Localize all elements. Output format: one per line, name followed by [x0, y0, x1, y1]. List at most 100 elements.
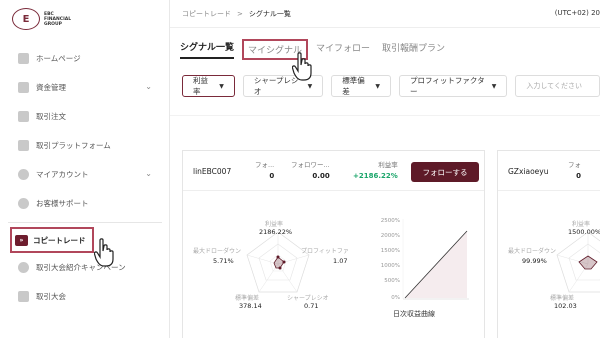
- stat-follower-profit: フォロワー... 0.00: [291, 159, 330, 180]
- stat-value: 0: [576, 172, 581, 180]
- logo[interactable]: E EBC FINANCIAL GROUP: [12, 8, 71, 30]
- radar-std-label: 標準偏差: [550, 295, 575, 302]
- sidebar-item-copy-trade[interactable]: » コピートレード: [10, 227, 94, 253]
- home-icon: [18, 53, 29, 64]
- tab-bar: シグナル一覧 マイシグナル マイフォロー 取引報酬プラン: [180, 38, 457, 60]
- y-tick: 500%: [384, 278, 400, 284]
- sidebar-item-home[interactable]: ホームページ: [0, 44, 170, 73]
- tab-reward-plan[interactable]: 取引報酬プラン: [382, 41, 445, 58]
- search-input[interactable]: 入力してください: [515, 75, 600, 97]
- stat-label: フォ...: [255, 161, 275, 169]
- trader-name[interactable]: linEBC007: [193, 167, 231, 176]
- referral-icon: [18, 262, 29, 273]
- sidebar-item-contest[interactable]: 取引大会: [0, 282, 170, 311]
- app: E EBC FINANCIAL GROUP ホームページ 資金管理 ⌄ 取引注文: [0, 0, 600, 338]
- radar-sharpe-label: シャープレシオ: [287, 295, 329, 302]
- radar-drawdown-label: 最大ドローダウン: [508, 248, 557, 255]
- wallet-icon: [18, 82, 29, 93]
- radar-profit-value: 2186.22%: [259, 228, 293, 236]
- stat-value: 0.00: [312, 172, 330, 180]
- breadcrumb-separator: >: [237, 9, 243, 18]
- signal-card[interactable]: GZxiaoeyu フォ 0 利益率 1500.00% 最大ドローダウン 99.…: [497, 150, 600, 338]
- radar-profit-value: 1500.00%: [568, 228, 600, 236]
- stat-followers: フォ 0: [568, 159, 581, 180]
- radar-pf-label: プロフィットファ: [301, 248, 349, 255]
- y-tick: 2500%: [381, 218, 400, 224]
- filter-label: 標準偏差: [342, 76, 365, 96]
- daily-curve-chart: 2500% 2000% 1500% 1000% 500% 0%: [381, 218, 469, 301]
- platform-icon: [18, 140, 29, 151]
- sidebar-item-label: 取引プラットフォーム: [36, 141, 111, 150]
- stat-value: +2186.22%: [353, 172, 398, 180]
- breadcrumb-current: シグナル一覧: [248, 9, 291, 18]
- logo-text: EBC FINANCIAL GROUP: [44, 12, 71, 27]
- filter-bar: 利益率 ▼ シャープレシオ ▼ 標準偏差 ▼ プロフィットファクター ▼ 入力し…: [182, 75, 600, 97]
- trader-name[interactable]: GZxiaoeyu: [508, 167, 548, 176]
- filter-profit-factor[interactable]: プロフィットファクター ▼: [399, 75, 508, 97]
- signal-card-header: GZxiaoeyu フォ 0: [498, 151, 600, 191]
- filter-std-dev[interactable]: 標準偏差 ▼: [331, 75, 392, 97]
- y-tick: 0%: [391, 295, 400, 301]
- filter-profit-rate[interactable]: 利益率 ▼: [182, 75, 235, 97]
- sidebar-item-label: お客様サポート: [36, 199, 89, 208]
- signal-card[interactable]: linEBC007 フォ... 0 フォロワー... 0.00 利益率 +218…: [182, 150, 485, 338]
- sidebar-item-label: 取引注文: [36, 112, 66, 121]
- sidebar-item-support[interactable]: お客様サポート: [0, 189, 170, 218]
- breadcrumb-copy-trade[interactable]: コピートレード: [182, 9, 231, 19]
- sidebar-item-label: ホームページ: [36, 54, 81, 63]
- logo-line2: FINANCIAL: [44, 16, 72, 22]
- copy-trade-icon: »: [15, 234, 28, 246]
- trophy-icon: [18, 291, 29, 302]
- support-icon: [18, 198, 29, 209]
- stat-label: フォロワー...: [291, 161, 330, 169]
- caret-down-icon: ▼: [219, 82, 224, 90]
- radar-profit-label: 利益率: [572, 221, 591, 228]
- sidebar-item-platform[interactable]: 取引プラットフォーム: [0, 131, 170, 160]
- radar-chart: [556, 231, 600, 293]
- sidebar-nav: ホームページ 資金管理 ⌄ 取引注文 取引プラットフォーム マイアカウント ⌄: [0, 44, 170, 311]
- topbar: コピートレード > シグナル一覧 (UTC+02) 20: [170, 0, 600, 28]
- radar-std-label: 標準偏差: [235, 295, 260, 302]
- timezone-display: (UTC+02) 20: [554, 9, 600, 17]
- sidebar-item-orders[interactable]: 取引注文: [0, 102, 170, 131]
- stat-label: フォ: [568, 161, 581, 169]
- signal-card-header: linEBC007 フォ... 0 フォロワー... 0.00 利益率 +218…: [183, 151, 484, 191]
- daily-curve-title: 日次収益曲線: [393, 310, 435, 318]
- divider: [170, 115, 600, 116]
- account-icon: [18, 169, 29, 180]
- sidebar: E EBC FINANCIAL GROUP ホームページ 資金管理 ⌄ 取引注文: [0, 0, 170, 338]
- sidebar-divider: [8, 222, 162, 223]
- sidebar-item-label: 取引大会: [36, 292, 66, 301]
- y-tick: 1500%: [381, 248, 400, 254]
- radar-sharpe-value: 0.71: [304, 302, 319, 310]
- radar-drawdown-label: 最大ドローダウン: [193, 248, 242, 255]
- follow-button[interactable]: フォローする: [411, 162, 479, 182]
- y-tick: 2000%: [381, 233, 400, 239]
- filter-label: 利益率: [193, 76, 208, 96]
- sidebar-item-account[interactable]: マイアカウント ⌄: [0, 160, 170, 189]
- order-icon: [18, 111, 29, 122]
- radar-std-value: 102.03: [554, 302, 577, 310]
- stat-profit-rate: 利益率 +2186.22%: [353, 159, 398, 180]
- caret-down-icon: ▼: [375, 82, 381, 90]
- radar-std-value: 378.14: [239, 302, 262, 310]
- radar-drawdown-value: 99.99%: [522, 257, 547, 265]
- filter-label: プロフィットファクター: [410, 76, 485, 96]
- radar-profit-label: 利益率: [265, 221, 284, 228]
- sidebar-item-label: 資金管理: [36, 83, 66, 92]
- radar-chart: [246, 231, 310, 293]
- pointer-cursor-icon: [94, 238, 114, 267]
- logo-line3: GROUP: [44, 21, 62, 27]
- stat-value: 0: [269, 172, 275, 180]
- stat-followers: フォ... 0: [255, 159, 274, 180]
- sidebar-item-label: コピートレード: [33, 235, 86, 245]
- caret-down-icon: ▼: [491, 82, 497, 90]
- caret-down-icon: ▼: [307, 82, 313, 90]
- stat-label: 利益率: [378, 161, 398, 169]
- chevron-down-icon: ⌄: [145, 169, 152, 178]
- tab-signal-list[interactable]: シグナル一覧: [180, 40, 235, 59]
- sidebar-item-referral[interactable]: 取引大会紹介キャンペーン: [0, 253, 170, 282]
- tab-my-follow[interactable]: マイフォロー: [316, 41, 370, 58]
- sidebar-item-funds[interactable]: 資金管理 ⌄: [0, 73, 170, 102]
- y-tick: 1000%: [381, 263, 400, 269]
